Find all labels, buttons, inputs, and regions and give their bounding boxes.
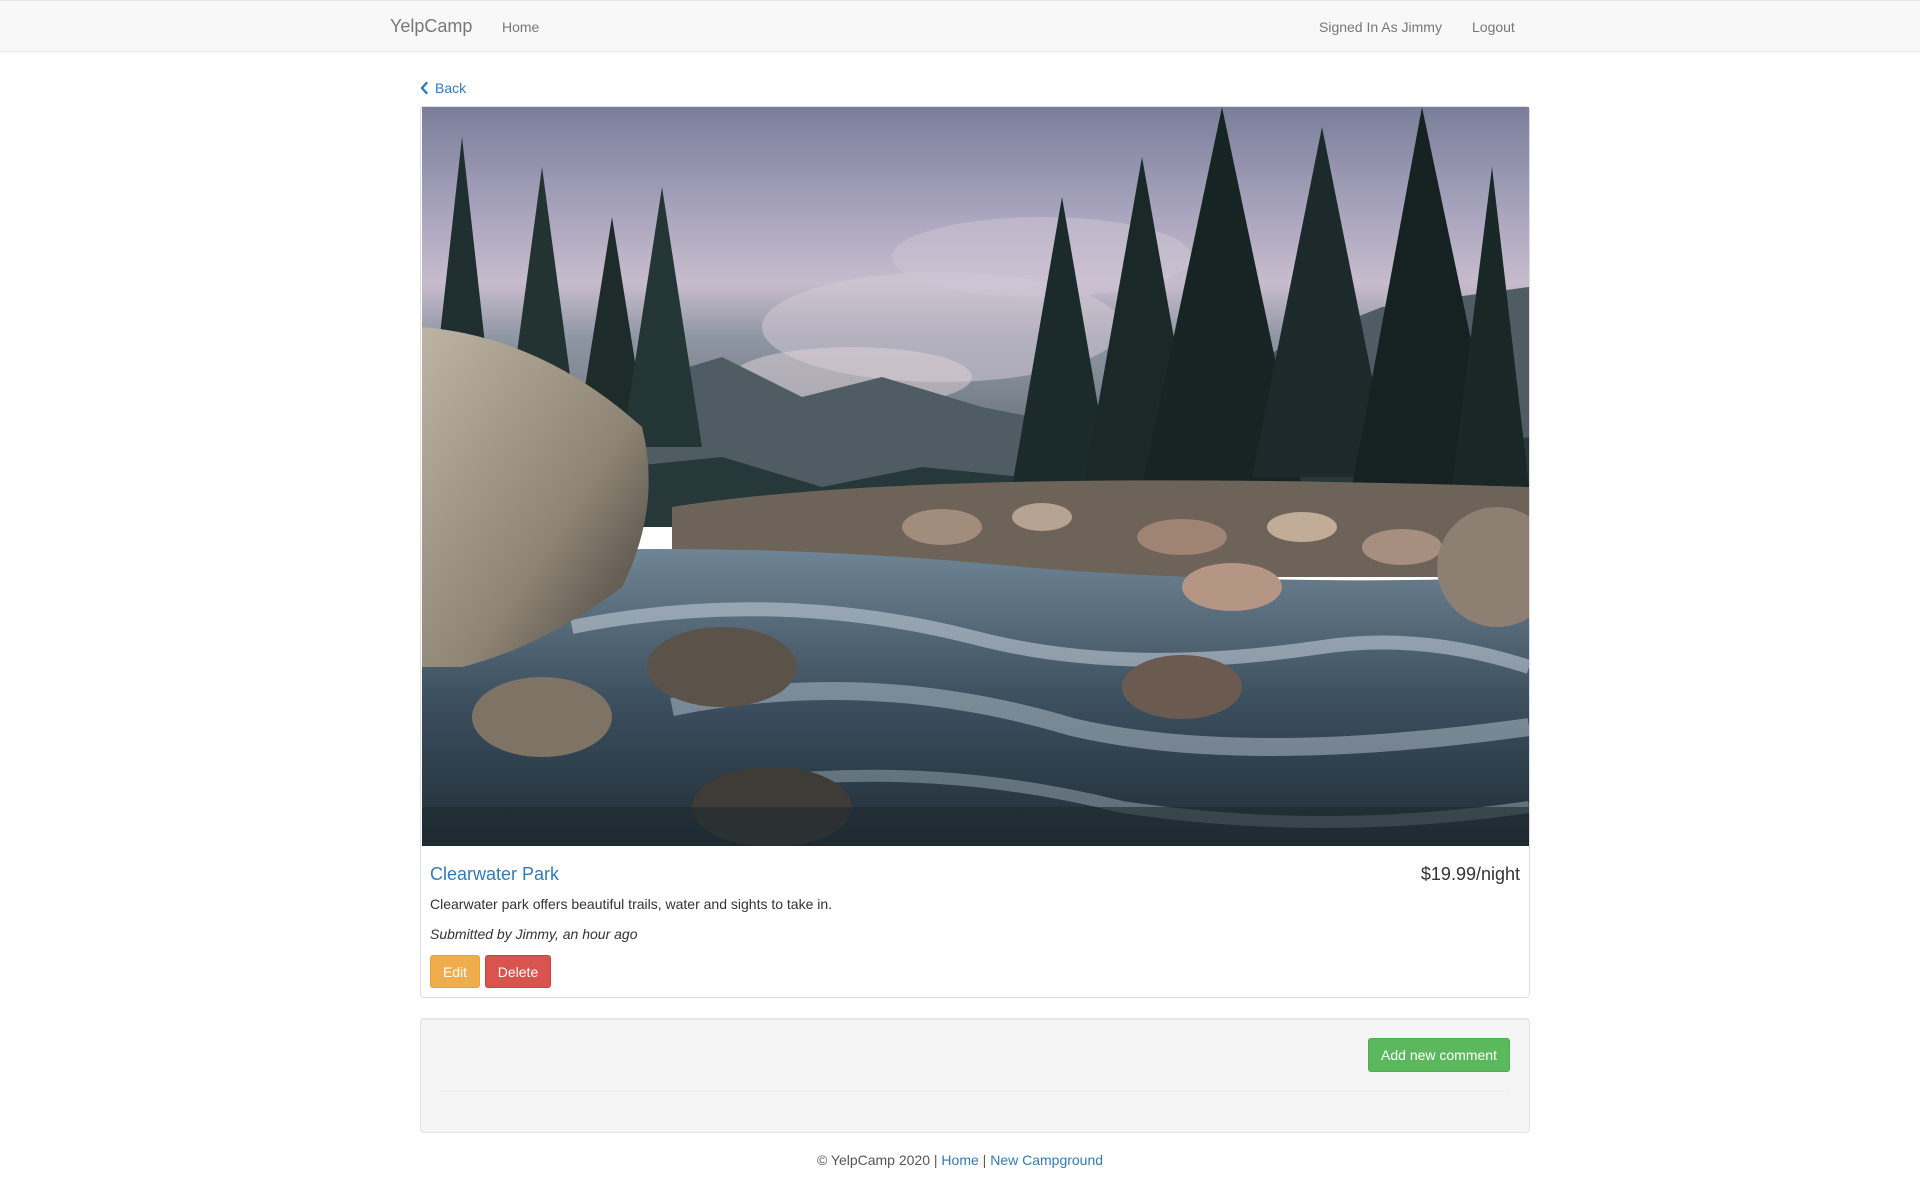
nav-home-link[interactable]: Home <box>502 19 539 35</box>
footer-separator: | <box>982 1152 987 1168</box>
campground-photo <box>422 107 1529 846</box>
navbar: YelpCamp Home Signed In As Jimmy Logout <box>0 0 1920 52</box>
brand-link[interactable]: YelpCamp <box>390 16 472 37</box>
footer-copyright: © YelpCamp 2020 | <box>816 1152 938 1168</box>
footer-home-link[interactable]: Home <box>941 1152 978 1168</box>
add-comment-button[interactable]: Add new comment <box>1368 1038 1510 1072</box>
logout-link[interactable]: Logout <box>1472 19 1515 35</box>
back-label: Back <box>435 80 467 96</box>
chevron-left-icon <box>420 82 428 94</box>
back-link[interactable]: Back <box>420 80 466 96</box>
campground-name-link[interactable]: Clearwater Park <box>430 864 559 885</box>
comments-section: Add new comment <box>420 1018 1530 1133</box>
signed-in-user-link[interactable]: Signed In As Jimmy <box>1319 19 1442 35</box>
footer: © YelpCamp 2020 | Home | New Campground <box>0 1152 1920 1168</box>
campground-description: Clearwater park offers beautiful trails,… <box>430 896 833 912</box>
footer-new-campground-link[interactable]: New Campground <box>990 1152 1103 1168</box>
delete-button[interactable]: Delete <box>485 955 551 988</box>
submitted-by: Submitted by Jimmy, an hour ago <box>430 926 638 942</box>
campground-price: $19.99/night <box>1420 864 1520 884</box>
comments-divider <box>440 1091 1510 1092</box>
navbar-container: YelpCamp Home Signed In As Jimmy Logout <box>375 1 1545 53</box>
campground-card: Clearwater Park $19.99/night Clearwater … <box>420 106 1530 998</box>
edit-button[interactable]: Edit <box>430 955 480 988</box>
